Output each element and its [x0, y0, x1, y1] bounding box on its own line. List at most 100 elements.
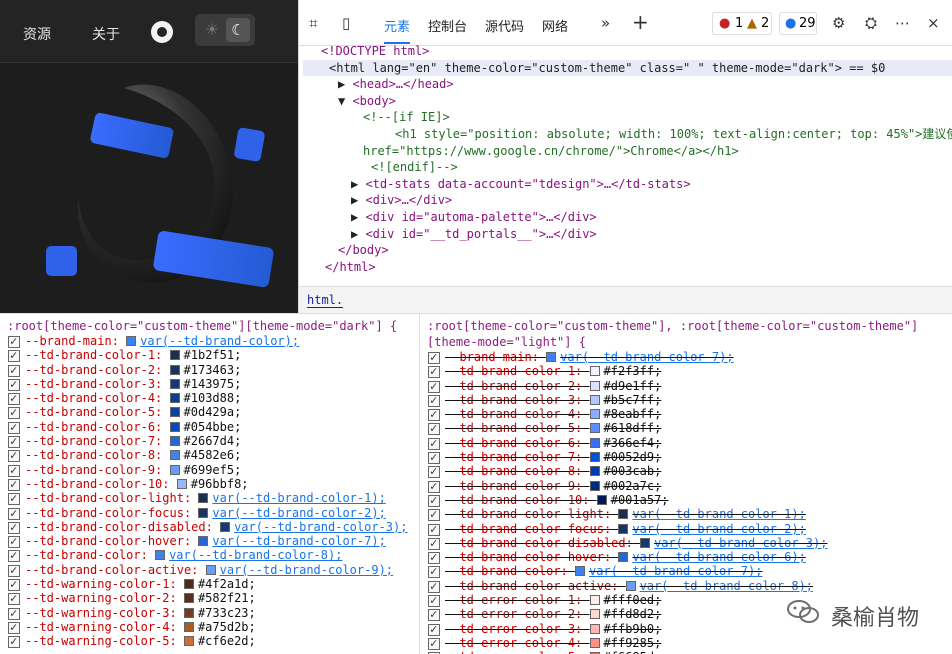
property-text[interactable]: --td-brand-color-5: #618dff; [445, 421, 661, 435]
dom-line-automa-palette[interactable]: ▶ <div id="automa-palette">…</div> [303, 209, 952, 226]
css-property-row[interactable]: --brand-main: var(--td-brand-color-7); [420, 350, 952, 364]
tab-network[interactable]: 网络 [542, 16, 568, 35]
color-swatch[interactable] [575, 566, 586, 577]
property-text[interactable]: --td-error-color-5: #f6685d; [445, 650, 661, 654]
nav-resources-link[interactable]: 资源 [23, 24, 51, 44]
css-property-row[interactable]: --td-error-color-4: #ff9285; [420, 636, 952, 650]
color-swatch[interactable] [220, 521, 231, 532]
property-checkbox[interactable] [8, 548, 20, 563]
property-checkbox[interactable] [8, 591, 20, 606]
device-toolbar-icon[interactable]: ▯ [342, 14, 350, 32]
css-property-row[interactable]: --td-brand-color-7: #0052d9; [420, 450, 952, 464]
tab-elements[interactable]: 元素 [384, 16, 411, 44]
property-checkbox[interactable] [428, 421, 440, 436]
property-checkbox[interactable] [428, 450, 440, 464]
property-text[interactable]: --td-brand-color-8: #003cab; [445, 464, 661, 478]
inspect-icon[interactable]: ⌗ [309, 14, 317, 32]
property-text[interactable]: --td-warning-color-2: #582f21; [25, 591, 256, 605]
css-property-row[interactable]: --td-warning-color-4: #a75d2b; [0, 620, 419, 634]
property-checkbox[interactable] [428, 364, 440, 379]
property-checkbox[interactable] [8, 634, 20, 649]
color-swatch[interactable] [126, 336, 137, 346]
css-property-row[interactable]: --td-brand-color-light: var(--td-brand-c… [420, 507, 952, 522]
property-checkbox[interactable] [428, 493, 440, 507]
color-swatch[interactable] [198, 507, 209, 518]
color-swatch[interactable] [640, 537, 651, 548]
css-property-row[interactable]: --td-warning-color-1: #4f2a1d; [0, 577, 419, 591]
property-checkbox[interactable] [8, 506, 20, 520]
css-property-row[interactable]: --td-brand-color-hover: var(--td-brand-c… [0, 534, 419, 548]
property-text[interactable]: --td-warning-color-5: #cf6e2d; [25, 634, 256, 648]
property-text[interactable]: --td-brand-color-active: var(--td-brand-… [25, 563, 393, 577]
property-text[interactable]: --td-brand-color-4: #8eabff; [445, 407, 661, 421]
property-text[interactable]: --td-warning-color-1: #4f2a1d; [25, 577, 256, 591]
color-swatch[interactable] [183, 593, 194, 604]
color-swatch[interactable] [589, 423, 600, 434]
property-checkbox[interactable] [8, 391, 20, 405]
property-text[interactable]: --td-brand-color-focus: var(--td-brand-c… [445, 522, 806, 536]
color-swatch[interactable] [589, 609, 600, 620]
css-property-row[interactable]: --td-brand-color-5: #618dff; [420, 421, 952, 436]
color-swatch[interactable] [625, 580, 636, 591]
property-text[interactable]: --td-error-color-2: #ffd8d2; [445, 607, 661, 621]
dom-line-doctype[interactable]: <!DOCTYPE html> [303, 43, 952, 60]
property-checkbox[interactable] [428, 350, 440, 364]
css-property-row[interactable]: --td-brand-color-hover: var(--td-brand-c… [420, 550, 952, 564]
css-property-row[interactable]: --td-brand-color-light: var(--td-brand-c… [0, 491, 419, 506]
css-property-row[interactable]: --td-brand-color: var(--td-brand-color-8… [0, 548, 419, 563]
property-text[interactable]: --td-brand-color: var(--td-brand-color-7… [445, 564, 762, 578]
property-text[interactable]: --td-brand-color-4: #103d88; [25, 391, 241, 405]
property-checkbox[interactable] [428, 507, 440, 522]
property-checkbox[interactable] [428, 564, 440, 579]
property-checkbox[interactable] [428, 622, 440, 636]
color-swatch[interactable] [589, 380, 600, 391]
property-checkbox[interactable] [8, 534, 20, 548]
property-checkbox[interactable] [8, 491, 20, 506]
property-text[interactable]: --brand-main: var(--td-brand-color); [25, 334, 299, 348]
property-text[interactable]: --td-brand-color-light: var(--td-brand-c… [25, 491, 386, 505]
customize-icon[interactable]: ⛭ [865, 14, 877, 32]
property-text[interactable]: --td-brand-color-7: #0052d9; [445, 450, 661, 464]
css-property-row[interactable]: --td-brand-color-focus: var(--td-brand-c… [420, 522, 952, 536]
property-checkbox[interactable] [8, 405, 20, 420]
property-text[interactable]: --td-error-color-4: #ff9285; [445, 636, 661, 650]
css-property-row[interactable]: --td-error-color-5: #f6685d; [420, 650, 952, 654]
color-swatch[interactable] [176, 478, 187, 489]
property-checkbox[interactable] [8, 348, 20, 363]
property-text[interactable]: --td-brand-color-7: #2667d4; [25, 434, 241, 448]
property-text[interactable]: --td-error-color-3: #ffb9b0; [445, 622, 661, 636]
color-swatch[interactable] [183, 579, 194, 590]
color-swatch[interactable] [155, 550, 166, 561]
color-swatch[interactable] [618, 552, 629, 563]
css-property-row[interactable]: --td-brand-color-4: #8eabff; [420, 407, 952, 421]
color-swatch[interactable] [589, 452, 600, 463]
css-property-row[interactable]: --td-warning-color-5: #cf6e2d; [0, 634, 419, 649]
color-swatch[interactable] [169, 407, 180, 418]
theme-toggle[interactable]: ☀ ☾ [195, 14, 255, 46]
property-checkbox[interactable] [8, 420, 20, 434]
color-swatch[interactable] [589, 394, 600, 405]
property-checkbox[interactable] [428, 436, 440, 450]
property-checkbox[interactable] [8, 334, 20, 348]
color-swatch[interactable] [618, 523, 629, 534]
nav-about-link[interactable]: 关于 [92, 24, 120, 44]
property-checkbox[interactable] [8, 520, 20, 534]
breadcrumb-status-bar[interactable]: html. [299, 286, 952, 313]
css-property-row[interactable]: --td-brand-color-1: #f2f3ff; [420, 364, 952, 379]
color-swatch[interactable] [589, 595, 600, 606]
property-text[interactable]: --td-brand-color-1: #1b2f51; [25, 348, 241, 362]
color-swatch[interactable] [589, 480, 600, 491]
css-property-row[interactable]: --td-brand-color-active: var(--td-brand-… [420, 579, 952, 593]
dom-line-td-portals[interactable]: ▶ <div id="__td_portals__">…</div> [303, 226, 952, 243]
color-swatch[interactable] [169, 350, 180, 361]
css-property-row[interactable]: --brand-main: var(--td-brand-color); [0, 334, 419, 348]
css-property-row[interactable]: --td-brand-color-disabled: var(--td-bran… [0, 520, 419, 534]
css-property-row[interactable]: --td-brand-color-3: #143975; [0, 377, 419, 391]
property-checkbox[interactable] [428, 479, 440, 493]
property-checkbox[interactable] [428, 607, 440, 622]
breadcrumb-html[interactable]: html. [307, 293, 344, 308]
property-text[interactable]: --td-brand-color-9: #699ef5; [25, 463, 241, 477]
property-text[interactable]: --td-brand-color-1: #f2f3ff; [445, 364, 661, 378]
color-swatch[interactable] [596, 494, 607, 505]
css-property-row[interactable]: --td-warning-color-3: #733c23; [0, 606, 419, 620]
